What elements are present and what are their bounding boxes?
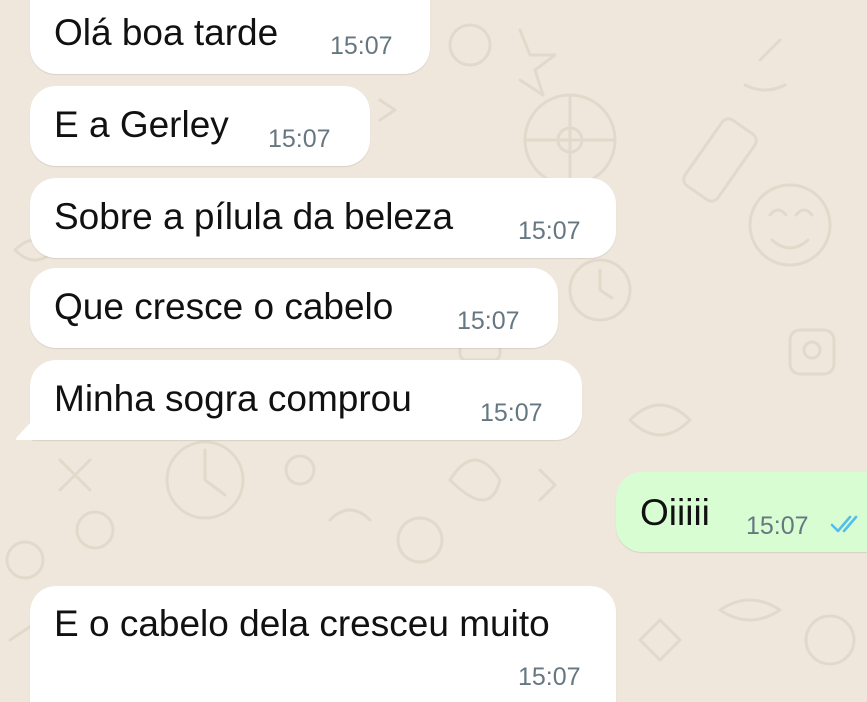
message-timestamp: 15:07 — [268, 125, 331, 153]
message-timestamp: 15:07 — [518, 663, 581, 691]
incoming-message-bubble[interactable]: Sobre a pílula da beleza 15:07 — [30, 178, 616, 258]
message-text: E a Gerley — [54, 104, 229, 145]
message-timestamp: 15:07 — [746, 512, 809, 540]
incoming-message-bubble[interactable]: E o cabelo dela cresceu muito 15:07 — [30, 586, 616, 702]
incoming-message-bubble[interactable]: Minha sogra comprou 15:07 — [30, 360, 582, 440]
message-timestamp: 15:07 — [518, 217, 581, 245]
message-timestamp: 15:07 — [480, 399, 543, 427]
message-text: Que cresce o cabelo — [54, 286, 394, 327]
incoming-message-bubble[interactable]: Que cresce o cabelo 15:07 — [30, 268, 558, 348]
message-timestamp: 15:07 — [457, 307, 520, 335]
message-timestamp: 15:07 — [330, 32, 393, 60]
double-check-read-icon — [830, 515, 858, 533]
outgoing-message-bubble[interactable]: Oiiiii 15:07 — [616, 472, 867, 552]
message-text: E o cabelo dela cresceu muito — [54, 603, 550, 644]
message-text: Olá boa tarde — [54, 12, 279, 53]
bubble-tail — [16, 410, 42, 440]
incoming-message-bubble[interactable]: E a Gerley 15:07 — [30, 86, 370, 166]
message-text: Oiiiii — [640, 492, 710, 533]
message-text: Minha sogra comprou — [54, 378, 412, 419]
message-text: Sobre a pílula da beleza — [54, 196, 454, 237]
incoming-message-bubble[interactable]: Olá boa tarde 15:07 — [30, 0, 430, 74]
